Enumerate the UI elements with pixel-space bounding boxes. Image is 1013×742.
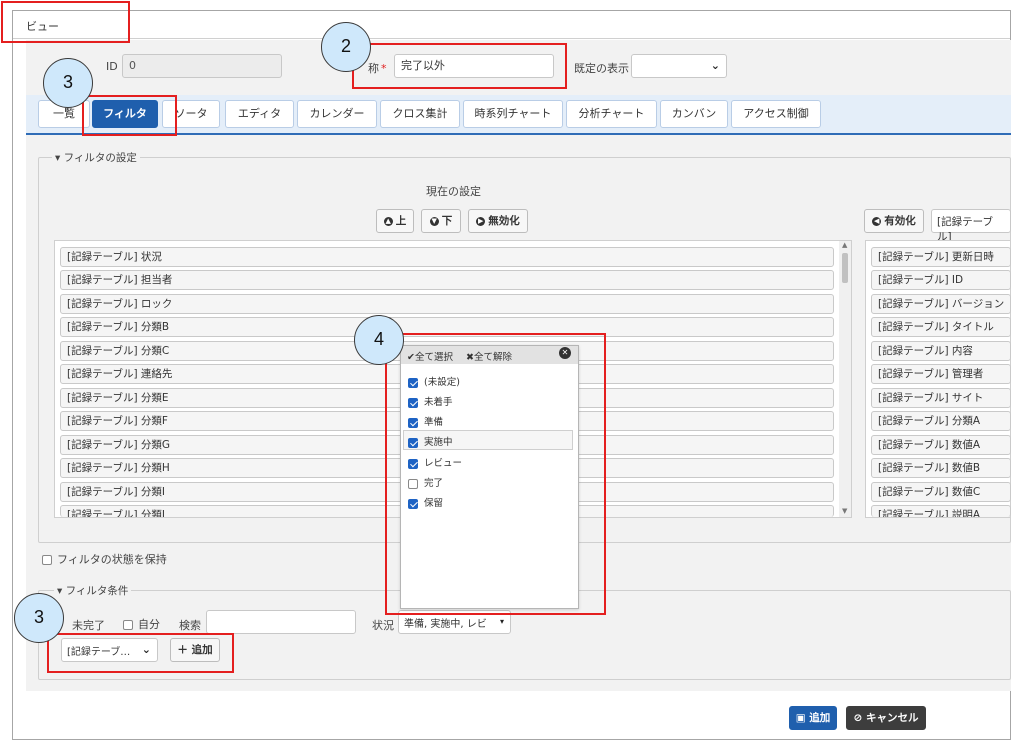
- default-display-select[interactable]: ⌄: [631, 54, 727, 78]
- self-checkbox[interactable]: 自分: [123, 616, 160, 632]
- tab-calendar[interactable]: カレンダー: [297, 100, 377, 128]
- list-item[interactable]: [記録テーブル] 説明A: [871, 505, 1011, 517]
- annotation-box-add-condition: [47, 633, 234, 673]
- move-down-button[interactable]: ▼ 下: [421, 209, 461, 233]
- status-label: 状況: [372, 619, 394, 632]
- scroll-thumb[interactable]: [842, 253, 848, 283]
- add-view-button[interactable]: ▣ 追加: [789, 706, 837, 730]
- cancel-button[interactable]: ⊘ キャンセル: [846, 706, 926, 730]
- list-item[interactable]: [記録テーブル] 数値A: [871, 435, 1011, 455]
- callout-badge: 2: [321, 22, 371, 72]
- checkbox[interactable]: [123, 620, 133, 630]
- list-item[interactable]: [記録テーブル] 管理者: [871, 364, 1011, 384]
- list-item[interactable]: [記録テーブル] サイト: [871, 388, 1011, 408]
- dialog-header: [13, 11, 1010, 39]
- callout-badge: 3: [14, 593, 64, 643]
- current-list-scrollbar[interactable]: ▲ ▼: [839, 241, 851, 517]
- list-item[interactable]: [記録テーブル] 担当者: [60, 270, 834, 290]
- search-input[interactable]: [206, 610, 356, 634]
- list-item[interactable]: [記録テーブル] 数値B: [871, 458, 1011, 478]
- tab-crosstab[interactable]: クロス集計: [380, 100, 460, 128]
- tab-timeseries-chart[interactable]: 時系列チャート: [463, 100, 563, 128]
- list-item[interactable]: [記録テーブル] 内容: [871, 341, 1011, 361]
- caret-down-icon: ▾: [499, 617, 504, 626]
- save-icon: ▣: [795, 712, 810, 724]
- scroll-up-icon: ▲: [842, 241, 848, 249]
- list-item[interactable]: [記録テーブル] 状況: [60, 247, 834, 267]
- annotation-box-header: [1, 1, 130, 43]
- disable-button[interactable]: ▶ 無効化: [468, 209, 528, 233]
- id-field: 0: [122, 54, 282, 78]
- list-item[interactable]: [記録テーブル] 更新日時: [871, 247, 1011, 267]
- list-item[interactable]: [記録テーブル] 数値C: [871, 482, 1011, 502]
- callout-badge: 3: [43, 58, 93, 108]
- id-label: ID: [106, 60, 118, 73]
- keep-filter-checkbox[interactable]: フィルタの状態を保持: [42, 551, 167, 567]
- filter-conditions-legend[interactable]: ▾ フィルタ条件: [54, 583, 132, 598]
- annotation-box-status-popup: [385, 333, 606, 615]
- list-item[interactable]: [記録テーブル] ID: [871, 270, 1011, 290]
- annotation-box-name: [352, 43, 567, 89]
- annotation-box-filter-tab: [82, 95, 177, 136]
- arrow-up-icon: ▲: [383, 216, 393, 226]
- tab-analysis-chart[interactable]: 分析チャート: [566, 100, 657, 128]
- current-settings-label: 現在の設定: [426, 185, 481, 198]
- tab-editor[interactable]: エディタ: [225, 100, 294, 128]
- scroll-down-icon: ▼: [842, 507, 848, 515]
- incomplete-label: 未完了: [72, 619, 105, 632]
- arrow-down-icon: ▼: [429, 216, 439, 226]
- arrow-right-icon: ▶: [476, 216, 486, 226]
- filter-settings-legend[interactable]: ▾ フィルタの設定: [52, 150, 140, 165]
- search-label: 検索: [179, 619, 201, 632]
- callout-badge: 4: [354, 315, 404, 365]
- default-display-label: 既定の表示: [574, 62, 629, 75]
- source-table-select[interactable]: [記録テーブル]: [931, 209, 1011, 243]
- list-item[interactable]: [記録テーブル] ロック: [60, 294, 834, 314]
- move-up-button[interactable]: ▲ 上: [376, 209, 414, 233]
- checkbox[interactable]: [42, 555, 52, 565]
- list-item[interactable]: [記録テーブル] タイトル: [871, 317, 1011, 337]
- cancel-icon: ⊘: [853, 712, 866, 724]
- enable-button[interactable]: ◀ 有効化: [864, 209, 924, 233]
- tab-access-control[interactable]: アクセス制御: [731, 100, 821, 128]
- tab-kanban[interactable]: カンバン: [660, 100, 728, 128]
- arrow-left-icon: ◀: [872, 216, 882, 226]
- chevron-down-icon: ⌄: [710, 59, 720, 72]
- list-item[interactable]: [記録テーブル] バージョン: [871, 294, 1011, 314]
- list-item[interactable]: [記録テーブル] 分類A: [871, 411, 1011, 431]
